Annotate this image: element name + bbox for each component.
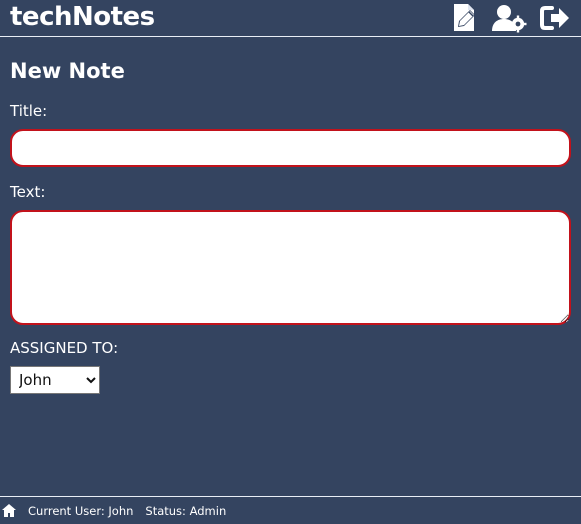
footer: Current User: John Status: Admin (0, 496, 581, 524)
app-title[interactable]: techNotes (10, 1, 155, 33)
app-root: techNotes New Note Title: Text: ASSIGNED… (0, 0, 581, 524)
new-note-button[interactable] (447, 3, 485, 33)
assigned-to-label: ASSIGNED TO: (10, 339, 119, 357)
assigned-user-select[interactable]: John (10, 366, 100, 394)
new-note-icon (454, 4, 475, 31)
title-input[interactable] (10, 129, 571, 167)
home-button[interactable] (1, 503, 17, 519)
page-title: New Note (10, 59, 125, 83)
logout-icon (540, 6, 569, 30)
new-note-form: New Note Title: Text: ASSIGNED TO: John (10, 56, 571, 394)
status-text: Status: Admin (145, 503, 227, 518)
text-area[interactable] (10, 210, 571, 325)
current-user-text: Current User: John (28, 503, 134, 518)
header: techNotes (0, 0, 581, 37)
user-settings-icon (492, 5, 527, 33)
user-settings-button[interactable] (491, 3, 529, 33)
home-icon (2, 504, 16, 517)
header-actions (447, 3, 573, 33)
title-label: Title: (10, 102, 48, 120)
logout-button[interactable] (535, 3, 573, 33)
text-label: Text: (10, 183, 46, 201)
